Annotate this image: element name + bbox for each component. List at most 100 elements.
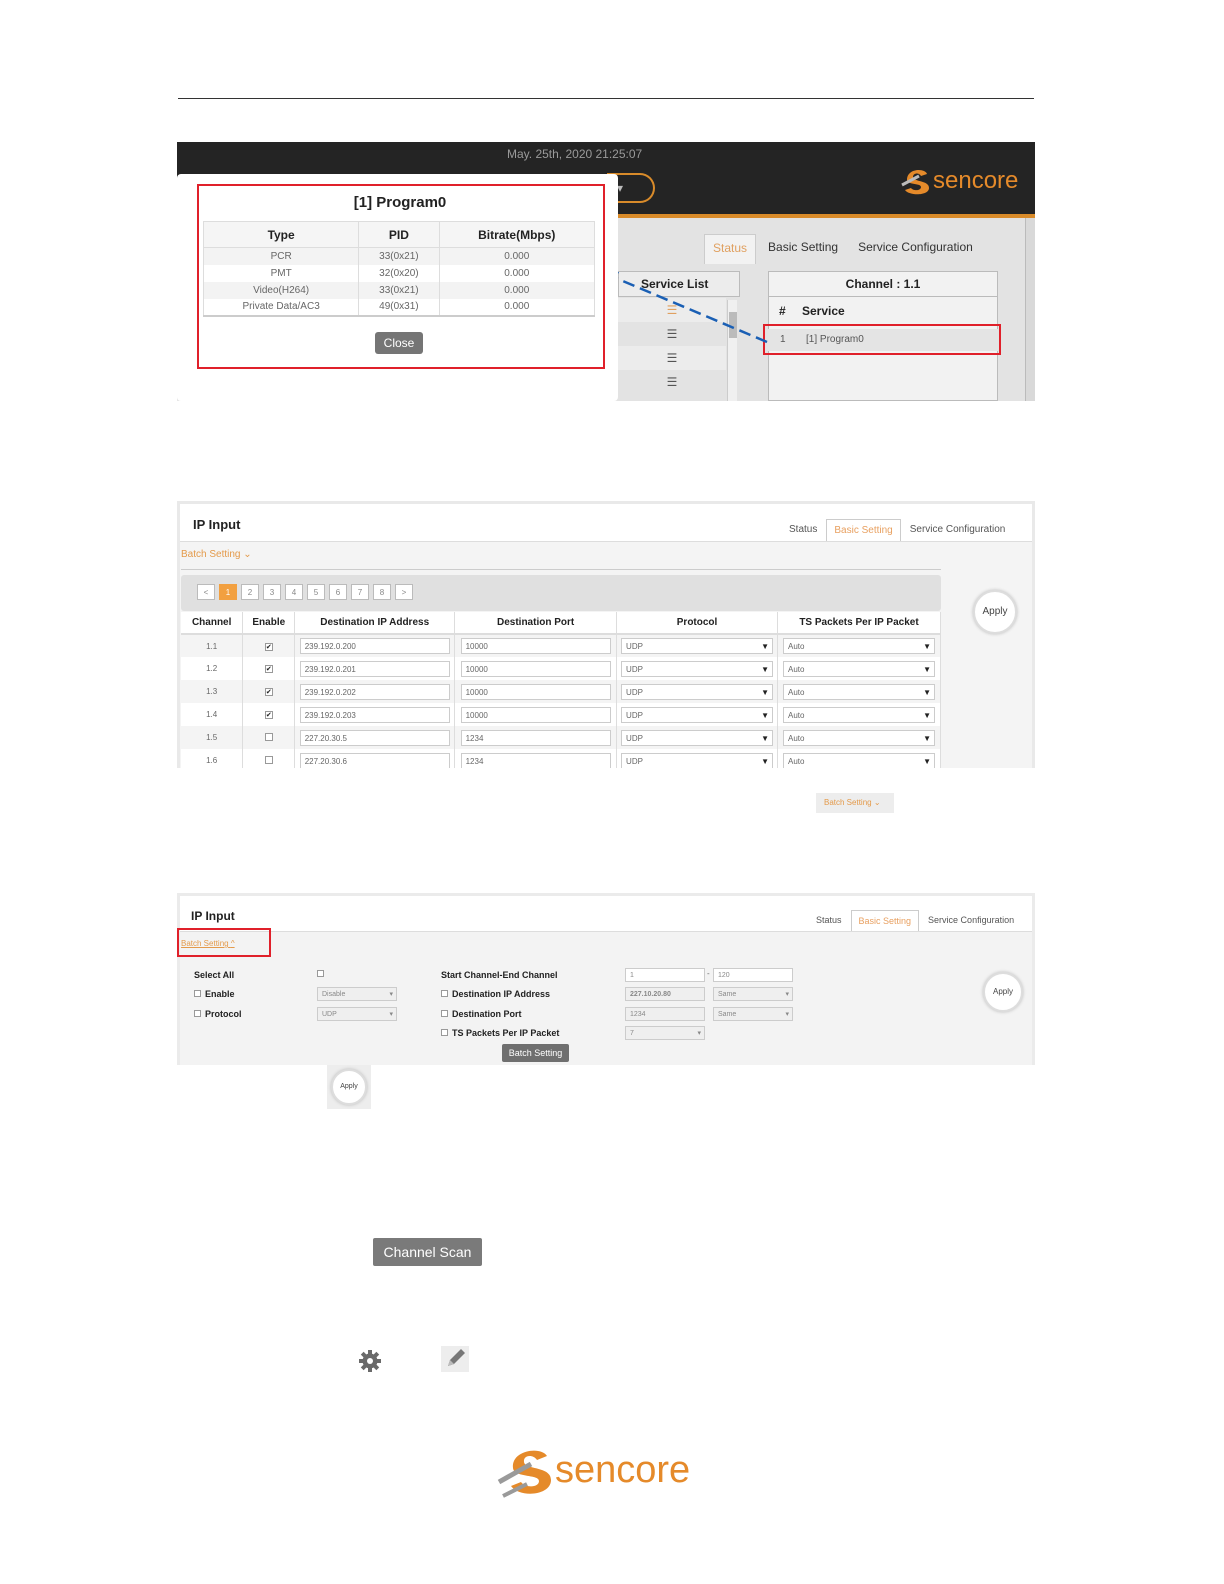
col-dest-port: Destination Port bbox=[454, 612, 618, 635]
logo-wordmark: sencore bbox=[933, 167, 1018, 194]
dest-ip-input[interactable]: 227.20.30.6 bbox=[299, 752, 450, 768]
dest-port-input[interactable]: 1234 bbox=[460, 752, 611, 768]
table-row: Private Data/AC3 49(0x31) 0.000 bbox=[202, 298, 596, 317]
apply-button[interactable]: Apply bbox=[983, 972, 1023, 1012]
tab-basic-setting[interactable]: Basic Setting bbox=[826, 519, 901, 541]
enable-checkbox[interactable] bbox=[264, 732, 273, 741]
page-7[interactable]: 7 bbox=[351, 584, 369, 600]
edit-button[interactable] bbox=[441, 1346, 469, 1372]
dest-port-input[interactable]: 10000 bbox=[460, 706, 611, 723]
dest-ip-input[interactable]: 239.192.0.201 bbox=[299, 660, 450, 677]
batch-setting-toggle[interactable]: Batch Setting ⌄ bbox=[181, 549, 252, 560]
start-end-label: Start Channel-End Channel bbox=[441, 970, 558, 980]
protocol-select[interactable]: UDP ▼ bbox=[621, 752, 774, 768]
protocol-checkbox[interactable] bbox=[194, 1010, 201, 1017]
dest-port-mode-select[interactable]: Same ▾ bbox=[713, 1007, 793, 1021]
batch-setting-label: Batch Setting bbox=[181, 549, 241, 560]
start-channel-input[interactable]: 1 bbox=[625, 968, 705, 982]
dest-port-input[interactable]: 10000 bbox=[460, 683, 611, 700]
close-button[interactable]: Close bbox=[375, 332, 423, 354]
apply-button[interactable]: Apply bbox=[973, 590, 1017, 634]
tab-basic-setting[interactable]: Basic Setting bbox=[760, 234, 846, 264]
page-2[interactable]: 2 bbox=[241, 584, 259, 600]
tab-bar: Status Basic Setting Service Configurati… bbox=[782, 519, 1014, 541]
protocol-select[interactable]: UDP ▼ bbox=[621, 660, 774, 677]
dropdown-arrow-icon: ▼ bbox=[923, 642, 931, 651]
apply-button-sample[interactable]: Apply bbox=[331, 1069, 367, 1105]
page-1[interactable]: 1 bbox=[219, 584, 237, 600]
tab-service-configuration[interactable]: Service Configuration bbox=[921, 910, 1021, 931]
gear-icon[interactable] bbox=[358, 1349, 382, 1373]
dest-port-input[interactable]: 1234 bbox=[460, 729, 611, 746]
enable-value: Disable bbox=[322, 991, 346, 998]
cell: 0.000 bbox=[438, 281, 596, 299]
dropdown-arrow-icon: ▼ bbox=[761, 710, 770, 720]
ts-packets-checkbox[interactable] bbox=[441, 1029, 448, 1036]
page-5[interactable]: 5 bbox=[307, 584, 325, 600]
cell: PCR bbox=[202, 247, 360, 265]
dest-ip-input[interactable]: 227.10.20.80 bbox=[625, 987, 705, 1001]
protocol-select[interactable]: UDP ▼ bbox=[621, 683, 774, 700]
tab-basic-setting[interactable]: Basic Setting bbox=[850, 910, 920, 931]
page-6[interactable]: 6 bbox=[329, 584, 347, 600]
batch-setting-button[interactable]: Batch Setting bbox=[502, 1044, 569, 1062]
cell: 33(0x21) bbox=[358, 247, 440, 265]
page-next[interactable]: > bbox=[395, 584, 413, 600]
ip-input-table: Channel Enable Destination IP Address De… bbox=[181, 612, 941, 768]
dest-ip-mode-select[interactable]: Same ▾ bbox=[713, 987, 793, 1001]
dest-port-checkbox[interactable] bbox=[441, 1010, 448, 1017]
enable-row: Enable bbox=[194, 989, 235, 999]
protocol-value: UDP bbox=[322, 1011, 337, 1018]
dest-port-input[interactable]: 10000 bbox=[460, 660, 611, 677]
dest-ip-input[interactable]: 239.192.0.202 bbox=[299, 683, 450, 700]
dest-port-input[interactable]: 1234 bbox=[625, 1007, 705, 1021]
dest-ip-input[interactable]: 239.192.0.203 bbox=[299, 706, 450, 723]
dest-ip-checkbox[interactable] bbox=[441, 990, 448, 997]
ts-packets-select[interactable]: Auto ▼ bbox=[783, 752, 935, 768]
protocol-select[interactable]: UDP ▼ bbox=[621, 638, 774, 654]
range-separator: - bbox=[707, 969, 710, 978]
ts-packets-select[interactable]: Auto ▼ bbox=[783, 729, 935, 746]
tab-service-configuration[interactable]: Service Configuration bbox=[903, 519, 1013, 541]
tab-service-configuration[interactable]: Service Configuration bbox=[850, 234, 981, 264]
table-row: 1.6 227.20.30.6 1234 UDP ▼ Auto ▼ bbox=[181, 749, 941, 768]
ts-packets-select[interactable]: Auto ▼ bbox=[783, 638, 935, 654]
page-scrollbar[interactable] bbox=[1025, 218, 1035, 401]
enable-checkbox[interactable] bbox=[194, 990, 201, 997]
col-protocol: Protocol bbox=[616, 612, 779, 635]
enable-checkbox[interactable]: ✔ bbox=[264, 665, 273, 673]
col-service: Service bbox=[802, 304, 845, 318]
page-8[interactable]: 8 bbox=[373, 584, 391, 600]
enable-checkbox[interactable] bbox=[264, 755, 273, 764]
dest-ip-mode-value: Same bbox=[718, 991, 737, 998]
ts-packets-select[interactable]: Auto ▼ bbox=[783, 660, 935, 677]
enable-checkbox[interactable]: ✔ bbox=[264, 688, 273, 696]
ts-packets-select[interactable]: 7 ▾ bbox=[625, 1026, 705, 1040]
channel-column-headers: # Service bbox=[768, 304, 998, 324]
tab-status[interactable]: Status bbox=[704, 234, 757, 264]
channel-scan-button[interactable]: Channel Scan bbox=[373, 1238, 482, 1266]
list-item[interactable]: ☰ bbox=[618, 370, 726, 394]
enable-select[interactable]: Disable ▾ bbox=[317, 987, 397, 1001]
tab-status[interactable]: Status bbox=[809, 910, 849, 931]
ts-packets-select[interactable]: Auto ▼ bbox=[783, 683, 935, 700]
enable-checkbox[interactable]: ✔ bbox=[264, 642, 273, 651]
ts-value: Auto bbox=[788, 664, 805, 674]
protocol-select[interactable]: UDP ▼ bbox=[621, 729, 774, 746]
dest-ip-input[interactable]: 239.192.0.200 bbox=[299, 638, 450, 654]
page-3[interactable]: 3 bbox=[263, 584, 281, 600]
dest-ip-input[interactable]: 227.20.30.5 bbox=[299, 729, 450, 746]
batch-setting-inline-button[interactable]: Batch Setting ⌄ bbox=[816, 793, 894, 813]
col-type: Type bbox=[202, 221, 360, 248]
enable-checkbox[interactable]: ✔ bbox=[264, 711, 273, 719]
tab-status[interactable]: Status bbox=[782, 519, 824, 541]
dropdown-arrow-icon: ▼ bbox=[761, 733, 770, 743]
protocol-select[interactable]: UDP ▼ bbox=[621, 706, 774, 723]
end-channel-input[interactable]: 120 bbox=[713, 968, 793, 982]
page-4[interactable]: 4 bbox=[285, 584, 303, 600]
ts-packets-select[interactable]: Auto ▼ bbox=[783, 706, 935, 723]
dest-port-input[interactable]: 10000 bbox=[460, 638, 611, 654]
select-all-checkbox[interactable] bbox=[317, 970, 324, 977]
page-prev[interactable]: < bbox=[197, 584, 215, 600]
protocol-select[interactable]: UDP ▾ bbox=[317, 1007, 397, 1021]
